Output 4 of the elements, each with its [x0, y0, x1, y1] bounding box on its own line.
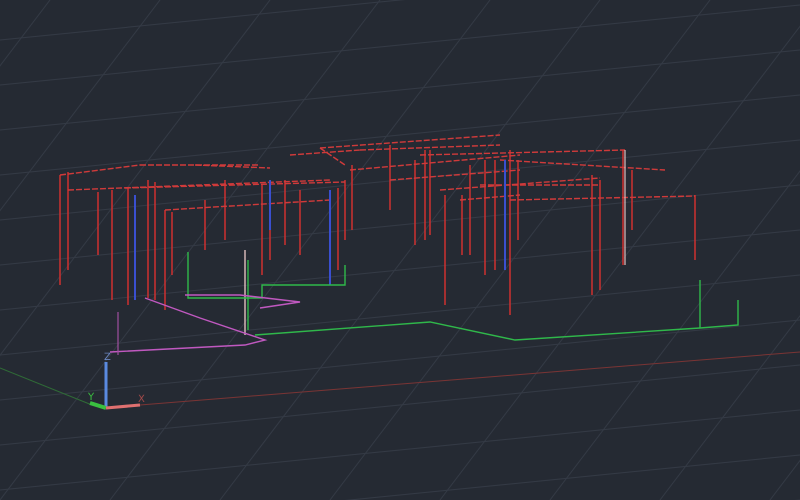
x-axis-label: X: [138, 394, 145, 405]
ucs-axes-icon: [89, 362, 140, 410]
y-axis-label: Y: [88, 392, 94, 403]
z-axis-label: Z: [104, 352, 111, 363]
